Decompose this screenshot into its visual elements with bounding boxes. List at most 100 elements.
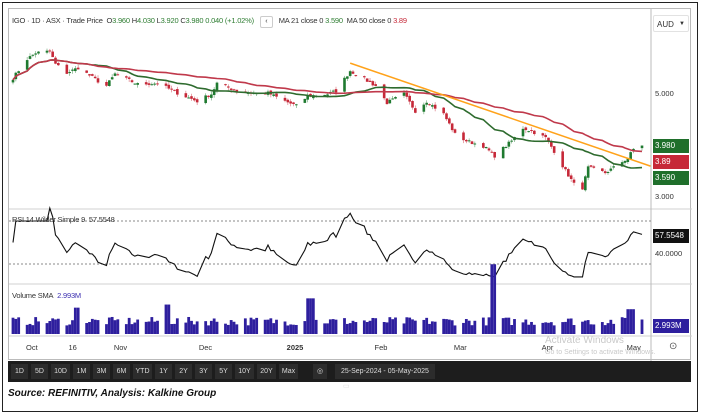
- range-button-20y[interactable]: 20Y: [257, 364, 276, 379]
- range-button-10y[interactable]: 10Y: [235, 364, 254, 379]
- price-axis-label-3: 3.000: [655, 192, 674, 201]
- volume-bar: [45, 323, 49, 334]
- close-value: 3.980: [185, 16, 204, 25]
- volume-bar: [626, 309, 630, 334]
- candle-body: [113, 73, 117, 76]
- volume-bar: [606, 323, 610, 334]
- volume-bar: [629, 309, 633, 334]
- range-button-1y[interactable]: 1Y: [155, 364, 172, 379]
- volume-bar: [583, 320, 587, 334]
- volume-bar: [156, 320, 159, 334]
- volume-bar: [311, 298, 315, 334]
- date-range-picker[interactable]: 25-Sep-2024 - 05-May-2025 ▭: [335, 364, 435, 390]
- candle-body: [402, 92, 406, 96]
- range-button-5d[interactable]: 5D: [31, 364, 48, 379]
- range-button-6m[interactable]: 6M: [113, 364, 130, 379]
- candle-body: [544, 134, 547, 138]
- gear-icon[interactable]: ⊙: [669, 341, 677, 352]
- candle-body: [425, 102, 428, 105]
- range-button-3m[interactable]: 3M: [93, 364, 110, 379]
- change-value: 0.040 (+1.02%): [205, 16, 254, 25]
- volume-bar: [255, 317, 259, 334]
- volume-bar: [430, 321, 434, 334]
- volume-bar: [422, 319, 426, 334]
- volume-bar: [388, 317, 392, 334]
- candle-body: [68, 72, 71, 74]
- stock-chart[interactable]: IGO · 1D · ASX · Trade Price O3.960 H4.0…: [8, 8, 692, 361]
- chart-canvas[interactable]: [9, 9, 692, 361]
- volume-bar: [190, 320, 193, 334]
- currency-select[interactable]: AUD ▼: [653, 15, 689, 32]
- volume-bar: [249, 317, 253, 334]
- volume-bar: [56, 318, 60, 334]
- candle-body: [521, 128, 525, 137]
- volume-bar: [592, 324, 596, 334]
- volume-bar: [433, 321, 437, 334]
- candle-body: [414, 108, 417, 113]
- range-button-1d[interactable]: 1D: [11, 364, 28, 379]
- candle-body: [167, 84, 171, 89]
- x-axis-label: Oct: [26, 343, 38, 352]
- candle-body: [286, 99, 290, 103]
- volume-bar: [133, 322, 137, 334]
- volume-bar: [354, 322, 358, 334]
- candle-body: [48, 50, 52, 52]
- volume-bar: [31, 325, 35, 334]
- candle-body: [105, 81, 108, 86]
- candle-body: [527, 131, 530, 133]
- candle-body: [405, 92, 409, 97]
- volume-bar: [195, 321, 199, 334]
- volume-bar: [450, 320, 454, 334]
- candle-body: [28, 56, 32, 59]
- volume-bar: [323, 323, 327, 334]
- volume-bar: [385, 322, 389, 334]
- volume-bar: [266, 319, 270, 334]
- volume-bar: [275, 319, 278, 334]
- candle-body: [640, 145, 644, 149]
- range-button-ytd[interactable]: YTD: [133, 364, 152, 379]
- volume-bar: [65, 325, 69, 334]
- candle-body: [612, 166, 615, 168]
- candle-body: [365, 78, 369, 82]
- volume-bar: [561, 322, 565, 334]
- range-button-5y[interactable]: 5Y: [215, 364, 232, 379]
- volume-bar: [632, 309, 635, 334]
- range-button-10d[interactable]: 10D: [51, 364, 70, 379]
- range-button-2y[interactable]: 2Y: [175, 364, 192, 379]
- volume-bar: [411, 319, 414, 334]
- range-button-1m[interactable]: 1M: [73, 364, 90, 379]
- volume-bar: [464, 318, 468, 334]
- collapse-legend-button[interactable]: ‹: [259, 16, 273, 28]
- volume-bar: [153, 321, 157, 334]
- volume-label: Volume SMA: [12, 291, 54, 300]
- volume-bar: [173, 323, 176, 334]
- volume-bar: [345, 323, 349, 334]
- volume-bar: [85, 323, 89, 334]
- candle-body: [193, 98, 196, 101]
- ma50-label: MA 50 close 0: [346, 16, 392, 25]
- volume-bar: [147, 321, 151, 334]
- volume-bar: [405, 317, 409, 334]
- volume-bar: [462, 322, 465, 334]
- volume-bar: [413, 320, 417, 334]
- volume-bar: [362, 320, 366, 334]
- range-button-max[interactable]: Max: [279, 364, 298, 379]
- volume-bar: [110, 316, 114, 334]
- candle-body: [156, 83, 159, 85]
- candle-body: [283, 97, 287, 101]
- volume-bar: [612, 323, 616, 334]
- chevron-down-icon: ▼: [679, 21, 685, 27]
- rsi-legend-value: 57.5548: [88, 215, 115, 224]
- candle-body: [207, 95, 210, 98]
- candle-body: [110, 77, 114, 80]
- volume-bar: [348, 323, 352, 334]
- clock-icon[interactable]: ◎: [313, 364, 327, 379]
- range-button-3y[interactable]: 3Y: [195, 364, 212, 379]
- x-axis-label: Feb: [374, 343, 388, 352]
- candle-body: [473, 143, 477, 145]
- candle-body: [303, 98, 307, 103]
- watermark-title: Activate Windows: [545, 335, 624, 346]
- volume-bar: [532, 324, 536, 334]
- ma50-value: 3.89: [393, 16, 407, 25]
- candle-body: [57, 62, 60, 66]
